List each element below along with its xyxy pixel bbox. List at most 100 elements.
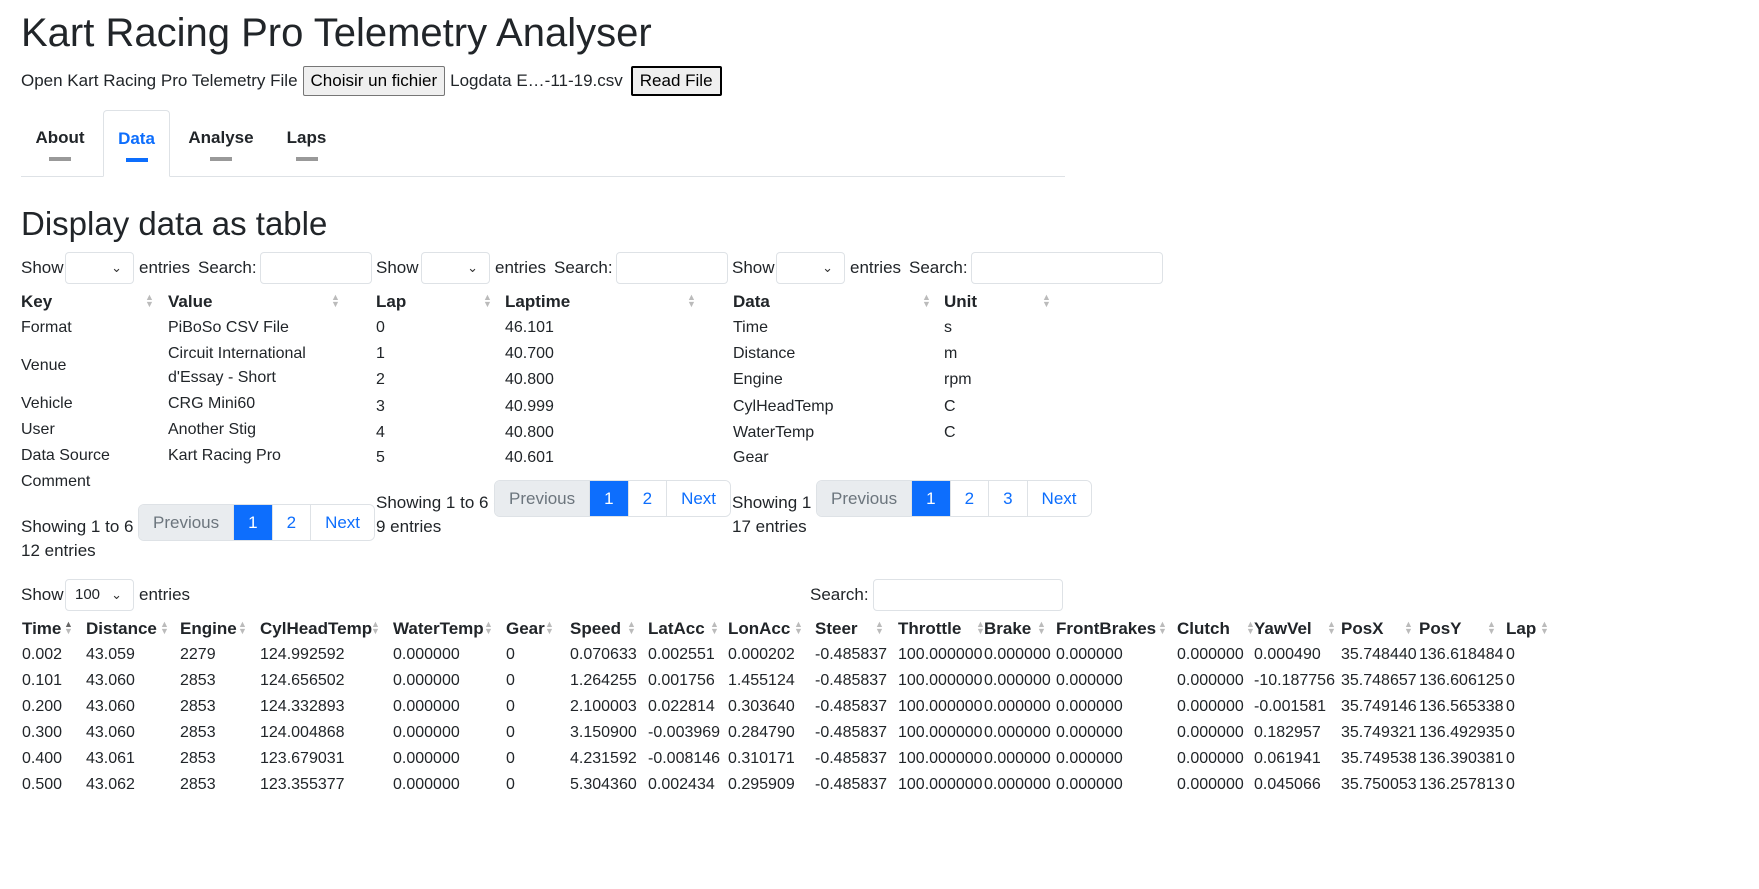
table-cell: -0.008146 (648, 750, 721, 767)
column-header-watertemp[interactable]: WaterTemp (393, 619, 484, 639)
next-page-button[interactable]: Next (1026, 481, 1091, 516)
table-cell: 5.304360 (570, 776, 637, 793)
column-header-yawvel[interactable]: YawVel (1254, 619, 1312, 639)
sort-icon[interactable]: ▲ ▼ (875, 620, 884, 636)
column-header-clutch[interactable]: Clutch (1177, 619, 1230, 639)
column-header-unit[interactable]: Unit (944, 292, 977, 312)
laps-search-input[interactable] (616, 252, 728, 284)
sort-icon[interactable]: ▲ ▼ (484, 620, 493, 636)
page-button[interactable]: 2 (949, 481, 989, 516)
sort-icon[interactable]: ▲ ▼ (238, 620, 247, 636)
laps-page-length-select[interactable]: ⌄ (421, 252, 490, 284)
column-header-value[interactable]: Value (168, 292, 212, 312)
column-header-posy[interactable]: PosY (1419, 619, 1462, 639)
tab-analyse[interactable]: Analyse (179, 110, 263, 176)
column-header-frontbrakes[interactable]: FrontBrakes (1056, 619, 1156, 639)
sort-icon[interactable]: ▲ ▼ (1158, 620, 1167, 636)
table-cell: 0 (506, 750, 515, 767)
sort-icon[interactable]: ▲ ▼ (145, 293, 154, 309)
table-cell: 2853 (180, 672, 216, 689)
read-file-button[interactable]: Read File (630, 66, 722, 96)
sort-icon[interactable]: ▲ ▼ (1540, 620, 1549, 636)
sort-icon[interactable]: ▲ ▼ (545, 620, 554, 636)
entries-label: entries (139, 258, 191, 277)
page-button[interactable]: 2 (627, 481, 667, 516)
units-page-length-select[interactable]: ⌄ (776, 252, 845, 284)
sort-icon[interactable]: ▲ ▼ (371, 620, 380, 636)
table-cell: 100.000000 (898, 672, 983, 689)
table-cell: 100.000000 (898, 724, 983, 741)
table-cell: 0.061941 (1254, 750, 1321, 767)
table-cell: 43.060 (86, 724, 135, 741)
tab-indicator (295, 157, 318, 161)
sort-icon[interactable]: ▲ ▼ (1404, 620, 1413, 636)
sort-icon[interactable]: ▲ ▼ (710, 620, 719, 636)
previous-page-button[interactable]: Previous (495, 481, 590, 516)
previous-page-button[interactable]: Previous (817, 481, 912, 516)
page-button[interactable]: 2 (271, 505, 311, 540)
sort-icon[interactable]: ▲ ▼ (627, 620, 636, 636)
table-cell: -10.187756 (1254, 672, 1335, 689)
sort-icon[interactable]: ▲ ▼ (331, 293, 340, 309)
tab-data[interactable]: Data (103, 110, 170, 177)
next-page-button[interactable]: Next (310, 505, 375, 540)
sort-icon[interactable]: ▲ ▼ (687, 293, 696, 309)
column-header-throttle[interactable]: Throttle (898, 619, 961, 639)
next-page-button[interactable]: Next (666, 481, 731, 516)
sort-icon[interactable]: ▲ ▼ (794, 620, 803, 636)
column-header-cylheadtemp[interactable]: CylHeadTemp (260, 619, 372, 639)
page-button[interactable]: 1 (911, 481, 950, 516)
table-cell: 1.455124 (728, 672, 795, 689)
table-info: Showing 1 t (732, 493, 821, 512)
column-header-lonacc[interactable]: LonAcc (728, 619, 790, 639)
sort-icon[interactable]: ▲ ▼ (483, 293, 492, 309)
info-search-input[interactable] (260, 252, 372, 284)
column-header-gear[interactable]: Gear (506, 619, 545, 639)
table-cell: -0.485837 (815, 646, 888, 663)
column-header-steer[interactable]: Steer (815, 619, 858, 639)
table-cell: -0.485837 (815, 672, 888, 689)
sort-icon[interactable]: ▲ ▼ (922, 293, 931, 309)
column-header-time[interactable]: Time (22, 619, 61, 639)
table-cell: 0.300 (22, 724, 63, 741)
table-cell: 43.060 (86, 698, 135, 715)
column-header-distance[interactable]: Distance (86, 619, 157, 639)
table-cell: 0 (1506, 646, 1515, 663)
sort-icon[interactable]: ▲ ▼ (1327, 620, 1336, 636)
column-header-brake[interactable]: Brake (984, 619, 1031, 639)
table-cell: 0 (1506, 724, 1515, 741)
table-cell: 43.060 (86, 672, 135, 689)
page-button[interactable]: 1 (589, 481, 628, 516)
choose-file-button[interactable]: Choisir un fichier (302, 66, 446, 96)
column-header-speed[interactable]: Speed (570, 619, 621, 639)
column-header-data[interactable]: Data (733, 292, 770, 312)
info-page-length-select[interactable]: ⌄ (65, 252, 134, 284)
page-button[interactable]: 1 (233, 505, 272, 540)
previous-page-button[interactable]: Previous (139, 505, 234, 540)
units-search-input[interactable] (971, 252, 1163, 284)
tab-about[interactable]: About (21, 110, 99, 176)
table-cell: 0.000000 (984, 750, 1051, 767)
table-cell: Data Source (21, 447, 110, 464)
column-header-lap[interactable]: Lap (1506, 619, 1536, 639)
table-info: 9 entries (376, 517, 442, 536)
column-header-key[interactable]: Key (21, 292, 52, 312)
column-header-lap[interactable]: Lap (376, 292, 406, 312)
column-header-posx[interactable]: PosX (1341, 619, 1384, 639)
data-page-length-select[interactable]: 100 ⌄ (65, 579, 134, 611)
column-header-latacc[interactable]: LatAcc (648, 619, 705, 639)
table-cell: 0.303640 (728, 698, 795, 715)
data-search-input[interactable] (873, 579, 1063, 611)
page-button[interactable]: 3 (988, 481, 1027, 516)
sort-icon[interactable]: ▲ ▼ (1037, 620, 1046, 636)
sort-icon[interactable]: ▲ ▼ (1042, 293, 1051, 309)
sort-icon[interactable]: ▲ ▼ (160, 620, 169, 636)
column-header-laptime[interactable]: Laptime (505, 292, 570, 312)
chevron-down-icon: ⌄ (822, 260, 833, 275)
tab-laps[interactable]: Laps (277, 110, 336, 176)
table-cell: 2853 (180, 698, 216, 715)
sort-icon[interactable]: ▲ ▼ (1487, 620, 1496, 636)
sort-icon[interactable]: ▲ ▼ (64, 620, 73, 636)
column-header-engine[interactable]: Engine (180, 619, 237, 639)
table-cell: 100.000000 (898, 750, 983, 767)
